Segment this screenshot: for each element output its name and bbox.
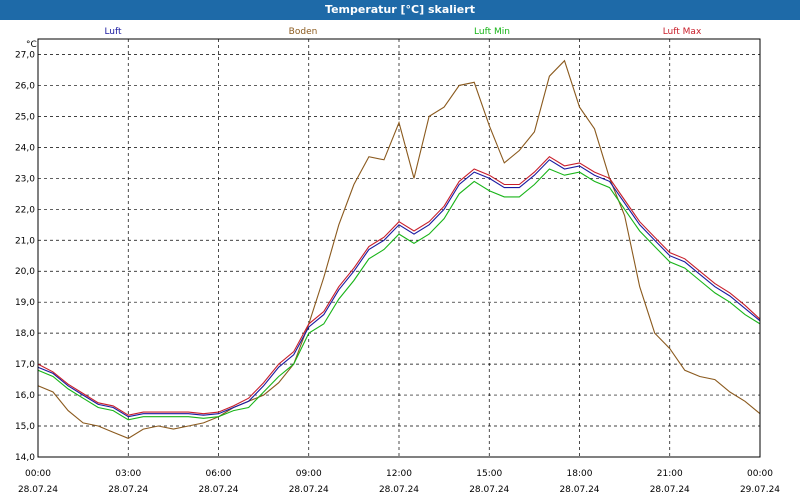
x-tick-time: 00:00 (747, 469, 773, 479)
y-tick-label: 17,0 (15, 360, 35, 370)
x-tick-date: 28.07.24 (559, 485, 599, 495)
x-tick-date: 28.07.24 (18, 485, 58, 495)
y-tick-label: 18,0 (15, 329, 35, 339)
temperature-chart: 14,0 15,0 16,0 17,0 18,0 19,0 20,0 21,0 22,0 23,0… (15, 27, 780, 495)
legend-entry: Luft Min (474, 27, 510, 37)
y-tick-label: 26,0 (15, 81, 35, 91)
x-tick-date: 28.07.24 (198, 485, 238, 495)
legend: Luft Boden Luft Min Luft Max (104, 27, 702, 37)
gridlines (38, 39, 760, 458)
y-axis-unit: °C (26, 40, 37, 50)
x-tick-date: 28.07.24 (469, 485, 509, 495)
legend-entry: Luft Max (663, 27, 702, 37)
legend-entry: Luft (104, 27, 122, 37)
chart-area: 14,0 15,0 16,0 17,0 18,0 19,0 20,0 21,0 22,0 23,0… (0, 20, 800, 500)
x-tick-date: 29.07.24 (740, 485, 780, 495)
x-tick-date: 28.07.24 (379, 485, 419, 495)
y-tick-label: 23,0 (15, 174, 35, 184)
series-line-luft (37, 159, 761, 418)
legend-entry: Boden (289, 27, 318, 37)
x-tick-date: 28.07.24 (108, 485, 148, 495)
x-tick-time: 15:00 (476, 469, 502, 479)
y-tick-label: 21,0 (15, 236, 35, 246)
y-tick-label: 16,0 (15, 391, 35, 401)
x-tick-time: 00:00 (25, 469, 51, 479)
y-tick-label: 27,0 (15, 50, 35, 60)
y-tick-label: 24,0 (15, 143, 35, 153)
y-tick-label: 22,0 (15, 205, 35, 215)
x-tick-date: 28.07.24 (289, 485, 329, 495)
y-tick-label: 20,0 (15, 267, 35, 277)
window-title: Temperatur [°C] skaliert (0, 0, 800, 20)
x-tick-date: 28.07.24 (650, 485, 690, 495)
axis-ticks: 14,0 15,0 16,0 17,0 18,0 19,0 20,0 21,0 22,0 23,0… (15, 50, 780, 495)
x-tick-time: 06:00 (206, 469, 232, 479)
y-tick-label: 15,0 (15, 422, 35, 432)
y-tick-label: 14,0 (15, 453, 35, 463)
x-tick-time: 12:00 (386, 469, 412, 479)
x-tick-time: 18:00 (567, 469, 593, 479)
y-tick-label: 19,0 (15, 298, 35, 308)
x-tick-time: 21:00 (657, 469, 683, 479)
x-tick-time: 03:00 (115, 469, 141, 479)
y-tick-label: 25,0 (15, 112, 35, 122)
x-tick-time: 09:00 (296, 469, 322, 479)
